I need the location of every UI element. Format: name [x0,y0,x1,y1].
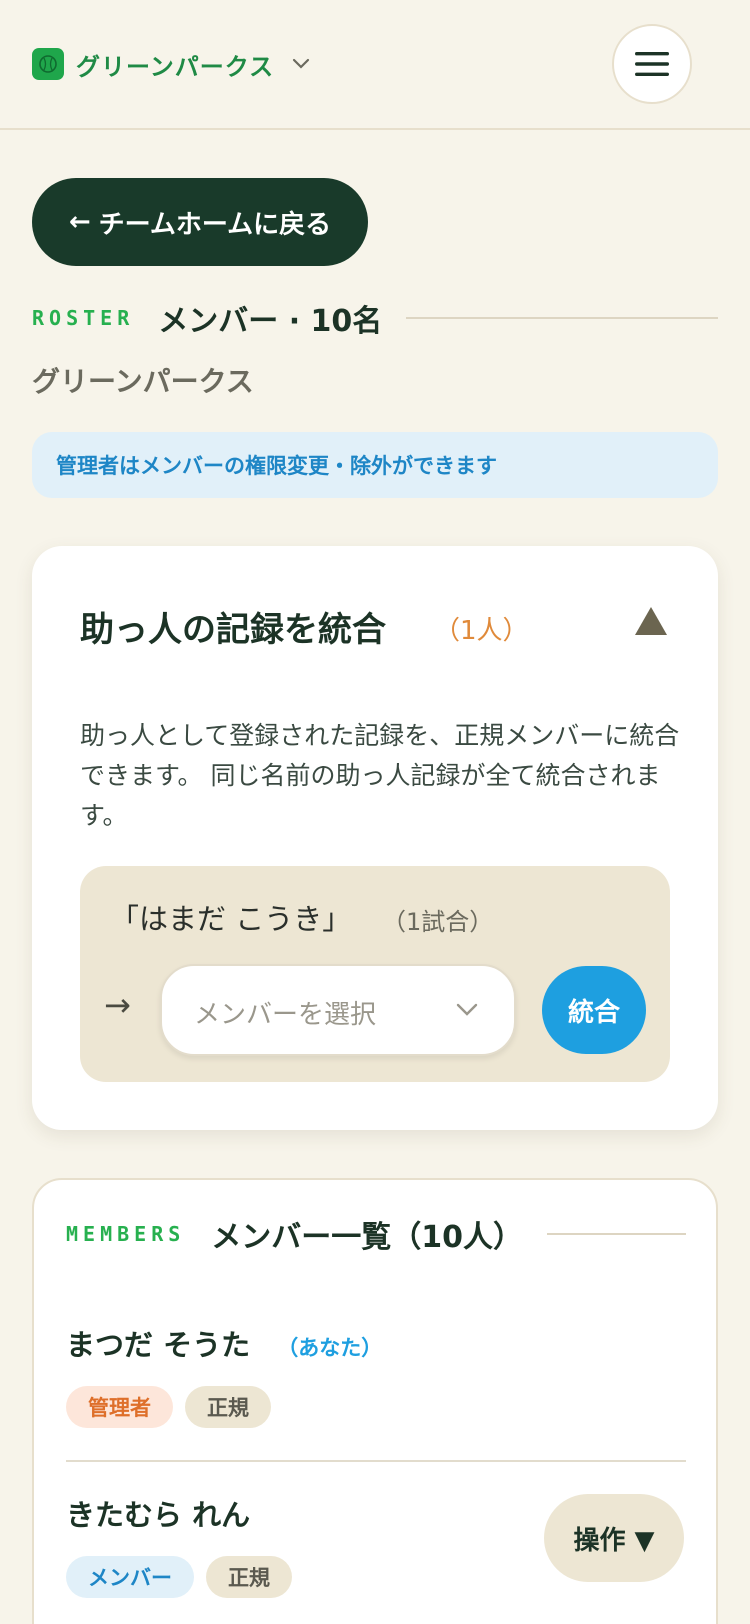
team-switcher[interactable]: グリーンパークス [32,46,310,82]
member-name: きたむら れん [66,1498,251,1532]
heading-divider [547,1233,686,1235]
merge-button[interactable]: 統合 [542,966,646,1054]
chevron-down-icon [292,55,310,74]
members-list-card: MEMBERS メンバー一覧（10人） まつだ そうた （あなた） 管理者 正規… [32,1178,718,1624]
hamburger-menu-icon[interactable] [612,24,692,104]
admin-notice: 管理者はメンバーの権限変更・除外ができます [32,432,718,498]
guest-name: 「はまだ こうき」 [110,902,352,936]
members-eyebrow: MEMBERS [66,1222,186,1246]
role-badge: メンバー [66,1556,194,1598]
member-name: まつだ そうた [66,1328,251,1362]
merge-description: 助っ人として登録された記録を、正規メンバーに統合できます。 同じ名前の助っ人記録… [80,721,680,830]
member-actions-button[interactable]: 操作 ▼ [544,1494,684,1582]
roster-heading: ROSTER メンバー · 10名 [32,298,718,339]
members-heading: MEMBERS メンバー一覧（10人） [66,1214,686,1255]
list-item: まつだ そうた （あなた） 管理者 正規 [66,1322,686,1428]
role-badge: 管理者 [66,1386,173,1428]
members-title: メンバー一覧（10人） [211,1220,524,1255]
arrow-left-icon: ← [68,207,91,237]
back-to-team-home-button[interactable]: ← チームホームに戻る [32,178,368,266]
merge-card-title: 助っ人の記録を統合 [80,610,386,650]
baseball-icon [32,48,64,80]
triangle-up-icon[interactable] [634,606,668,640]
chevron-down-icon [456,1002,478,1021]
team-name: グリーンパークス [76,52,275,81]
roster-eyebrow: ROSTER [32,306,135,330]
heading-divider [406,317,718,319]
app-header: グリーンパークス [0,0,750,130]
guest-merge-row: 「はまだ こうき」 （1試合） → メンバーを選択 統合 [80,866,670,1082]
team-subtitle: グリーンパークス [32,365,254,398]
type-badge: 正規 [185,1386,271,1428]
row-divider [66,1460,686,1462]
you-tag: （あなた） [277,1336,383,1360]
page-title: メンバー · 10名 [158,304,383,339]
merge-count: （1人） [434,616,529,646]
guest-games-count: （1試合） [382,908,494,936]
member-select[interactable]: メンバーを選択 [160,964,516,1056]
type-badge: 正規 [206,1556,292,1598]
merge-guest-card: 助っ人の記録を統合 （1人） 助っ人として登録された記録を、正規メンバーに統合で… [32,546,718,1130]
back-button-label: チームホームに戻る [98,209,332,240]
arrow-right-icon: → [104,986,131,1024]
member-select-placeholder: メンバーを選択 [194,1000,377,1030]
